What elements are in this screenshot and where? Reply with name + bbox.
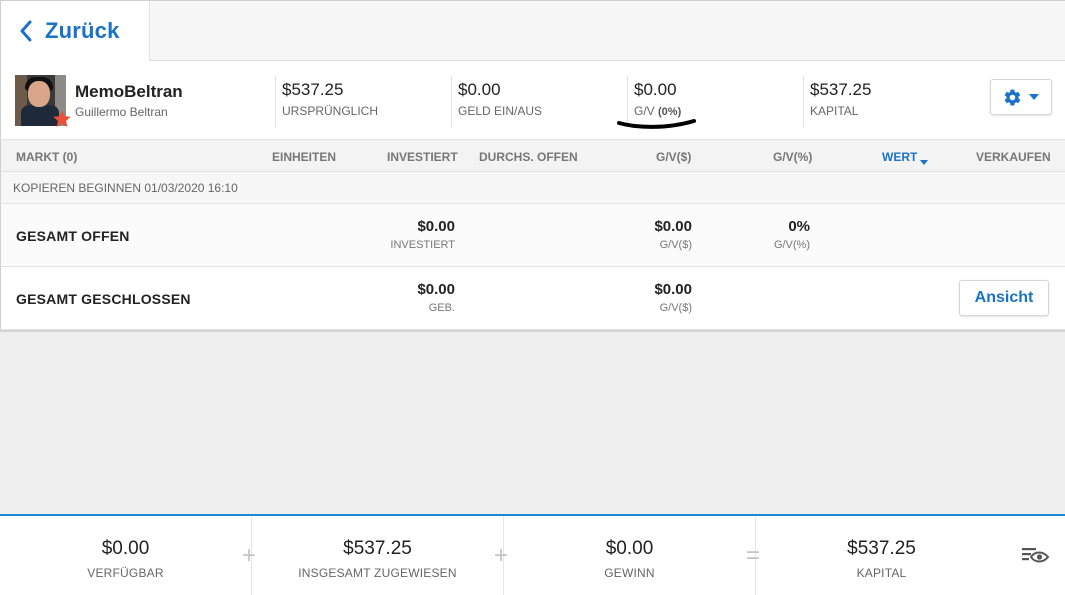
stat-value: $537.25 [282, 80, 344, 99]
profile-header: MemoBeltran Guillermo Beltran $537.25 UR… [0, 61, 1065, 140]
stat-initial: $537.25 URSPRÜNGLICH [275, 75, 378, 127]
view-closed-button[interactable]: Ansicht [959, 280, 1049, 316]
stat-label: KAPITAL [810, 104, 859, 118]
total-closed-fees: $0.00 GEB. [417, 281, 455, 314]
footer-available: $0.00 VERFÜGBAR [87, 538, 164, 580]
stat-value: $537.25 [810, 80, 872, 99]
footer-profit: $0.00 GEWINN [604, 538, 655, 580]
footer-equity: $537.25 KAPITAL [847, 538, 916, 580]
total-closed-title: GESAMT GESCHLOSSEN [16, 291, 191, 307]
handwritten-underline [617, 119, 696, 129]
caret-down-icon [1029, 94, 1039, 100]
col-units[interactable]: EINHEITEN [272, 150, 336, 164]
gear-icon [1004, 89, 1021, 105]
total-closed-pl-usd: $0.00 G/V($) [654, 281, 692, 314]
stat-value: $0.00 [458, 80, 501, 99]
total-open-invested: $0.00 INVESTIERT [390, 218, 455, 251]
username[interactable]: MemoBeltran [75, 82, 183, 102]
full-name: Guillermo Beltran [75, 105, 168, 119]
back-label: Zurück [45, 18, 120, 43]
total-open-row: GESAMT OFFEN $0.00 INVESTIERT $0.00 G/V(… [0, 204, 1065, 267]
star-icon [53, 110, 71, 127]
total-open-title: GESAMT OFFEN [16, 228, 130, 244]
account-summary-footer: $0.00 VERFÜGBAR + $537.25 INSGESAMT ZUGE… [0, 514, 1065, 595]
col-pl-usd[interactable]: G/V($) [656, 150, 691, 164]
back-button[interactable]: Zurück [1, 1, 150, 61]
sort-desc-icon [920, 160, 929, 165]
table-header: MARKT (0) EINHEITEN INVESTIERT DURCHS. O… [0, 140, 1065, 172]
col-market[interactable]: MARKT (0) [16, 150, 77, 164]
footer-total-allocated: $537.25 INSGESAMT ZUGEWIESEN [298, 538, 457, 580]
total-closed-row: GESAMT GESCHLOSSEN $0.00 GEB. $0.00 G/V(… [0, 267, 1065, 330]
stat-label: URSPRÜNGLICH [282, 104, 379, 118]
col-invested[interactable]: INVESTIERT [387, 150, 458, 164]
total-open-pl-usd: $0.00 G/V($) [654, 218, 692, 251]
copy-start-info: KOPIEREN BEGINNEN 01/03/2020 16:10 [0, 172, 1065, 204]
top-bar: Zurück [0, 0, 1065, 61]
stat-label: G/V (0%) [634, 104, 682, 118]
stat-equity: $537.25 KAPITAL [803, 75, 871, 127]
stat-value: $0.00 [634, 80, 677, 99]
total-open-pl-pct: 0% G/V(%) [773, 218, 810, 251]
col-value-sorted[interactable]: WERT [882, 150, 929, 165]
stat-label: GELD EIN/AUS [458, 104, 543, 118]
empty-content-area [0, 330, 1065, 514]
col-avg-open[interactable]: DURCHS. OFFEN [479, 150, 578, 164]
col-pl-pct[interactable]: G/V(%) [773, 150, 812, 164]
stat-money-in-out: $0.00 GELD EIN/AUS [451, 75, 542, 127]
chevron-left-icon [20, 20, 32, 42]
eye-list-icon[interactable] [1020, 544, 1050, 566]
col-sell[interactable]: VERKAUFEN [976, 150, 1051, 164]
settings-dropdown-button[interactable] [990, 79, 1052, 115]
